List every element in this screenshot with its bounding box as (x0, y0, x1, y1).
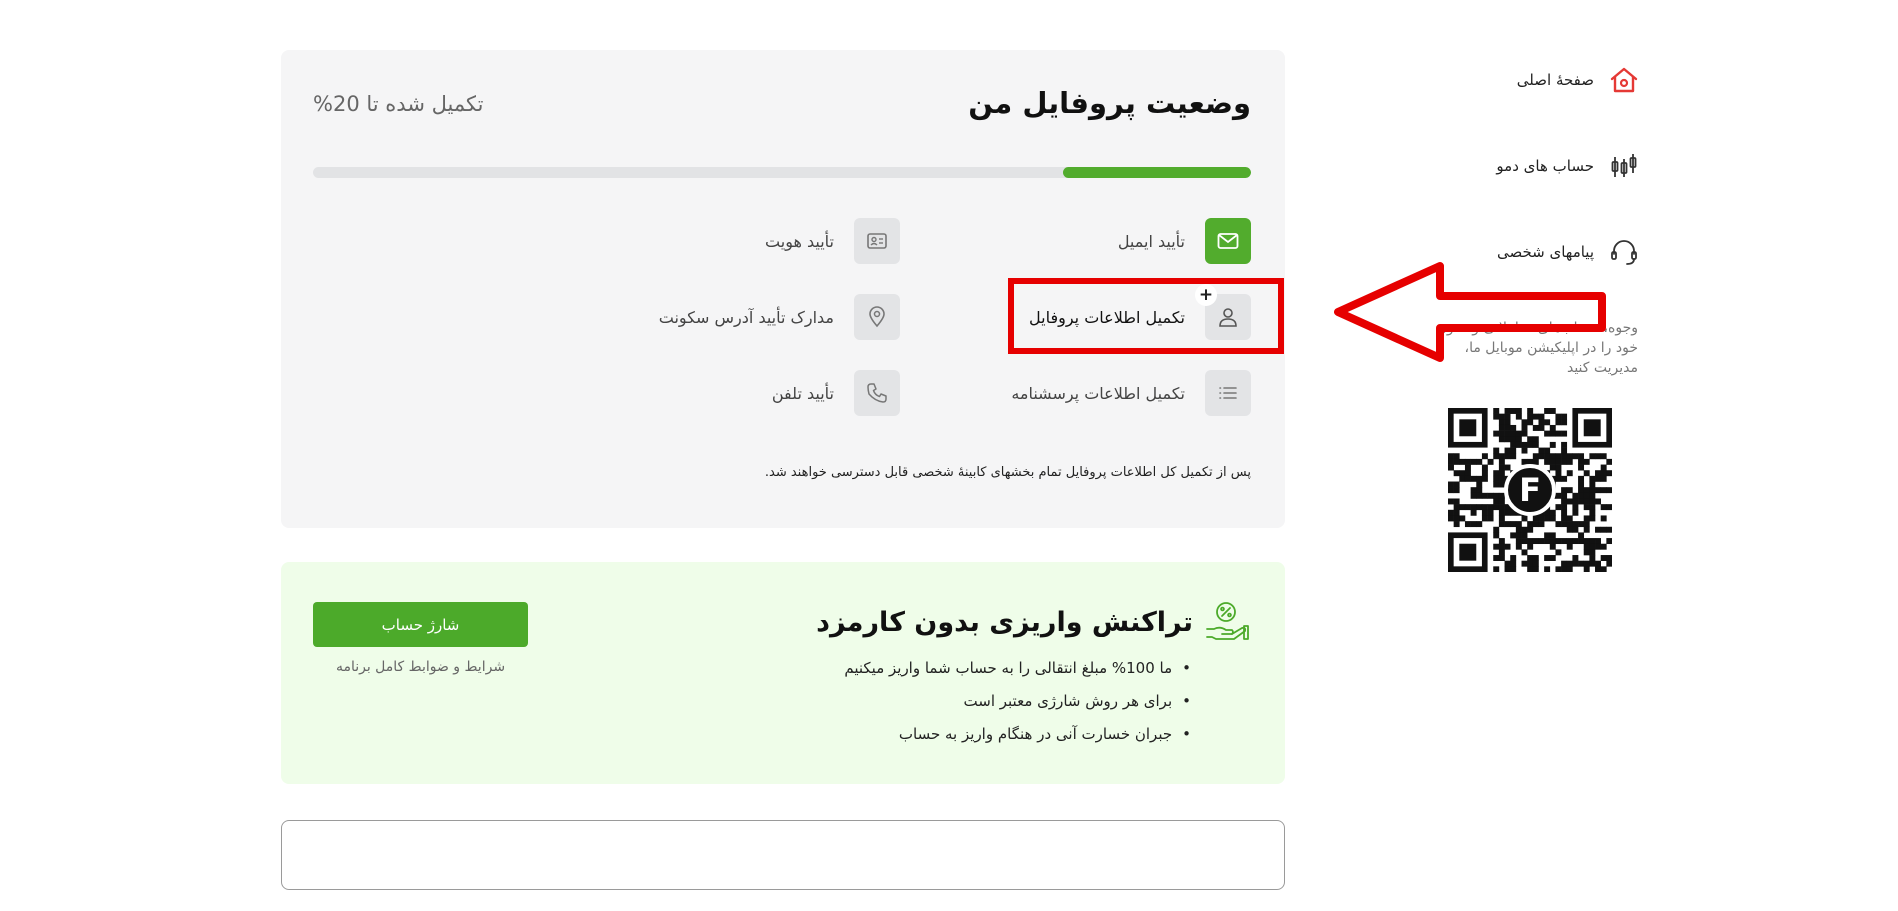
step-label: تأیید تلفن (771, 383, 834, 403)
promo-bullet-list: ما 100% مبلغ انتقالی را به حساب شما واری… (844, 652, 1191, 751)
home-icon (1608, 64, 1640, 96)
sidebar-item-demo-accounts[interactable]: حساب های دمو (1400, 146, 1640, 186)
phone-icon (854, 370, 900, 416)
progress-fill (1063, 167, 1251, 178)
step-label: تکمیل اطلاعات پرسشنامه (1011, 383, 1185, 403)
location-pin-icon (854, 294, 900, 340)
list-icon (1205, 370, 1251, 416)
list-item: جبران خسارت آنی در هنگام واریز به حساب (844, 718, 1191, 751)
annotation-highlight-box (1008, 278, 1284, 354)
progress-bar (313, 167, 1251, 178)
step-label: مدارک تأیید آدرس سکونت (658, 307, 834, 327)
profile-status-card: وضعیت پروفایل من تکمیل شده تا 20% تأیید … (281, 50, 1285, 528)
promo-title-text: تراکنش واریزی بدون کارمزد (816, 606, 1193, 638)
sidebar-item-home[interactable]: صفحهٔ اصلی (1400, 60, 1640, 100)
step-phone-verification[interactable]: تأیید تلفن (772, 370, 900, 416)
page-title: وضعیت پروفایل من (968, 86, 1251, 120)
id-card-icon (854, 218, 900, 264)
sidebar-item-label: حساب های دمو (1496, 157, 1594, 175)
progress-text: تکمیل شده تا 20% (313, 92, 484, 116)
annotation-arrow (1334, 262, 1606, 362)
list-item: ما 100% مبلغ انتقالی را به حساب شما واری… (844, 652, 1191, 685)
hand-percent-icon (1203, 598, 1251, 646)
profile-note: پس از تکمیل کل اطلاعات پروفایل تمام بخشه… (764, 465, 1251, 480)
step-identity-verification[interactable]: تأیید هویت (765, 218, 900, 264)
list-item: برای هر روش شارژی معتبر است (844, 685, 1191, 718)
zero-fee-deposit-card: تراکنش واریزی بدون کارمزد ما 100% مبلغ ا… (281, 562, 1285, 784)
step-label: تأیید ایمیل (1117, 231, 1185, 251)
envelope-icon (1205, 218, 1251, 264)
qr-code[interactable]: F (1448, 408, 1613, 573)
step-email-verification[interactable]: تأیید ایمیل (1118, 218, 1251, 264)
step-label: تأیید هویت (765, 231, 834, 251)
headset-icon (1608, 236, 1640, 268)
qr-logo-letter: F (1519, 471, 1541, 509)
step-address-documents[interactable]: مدارک تأیید آدرس سکونت (659, 294, 900, 340)
terms-link[interactable]: شرایط و ضوابط کامل برنامه (313, 659, 528, 675)
promo-title: تراکنش واریزی بدون کارمزد (816, 598, 1251, 646)
candlestick-icon (1608, 150, 1640, 182)
sidebar-item-label: صفحهٔ اصلی (1516, 71, 1594, 89)
empty-content-box (281, 820, 1285, 890)
charge-account-button[interactable]: شارژ حساب (313, 602, 528, 647)
step-questionnaire[interactable]: تکمیل اطلاعات پرسشنامه (1011, 370, 1251, 416)
